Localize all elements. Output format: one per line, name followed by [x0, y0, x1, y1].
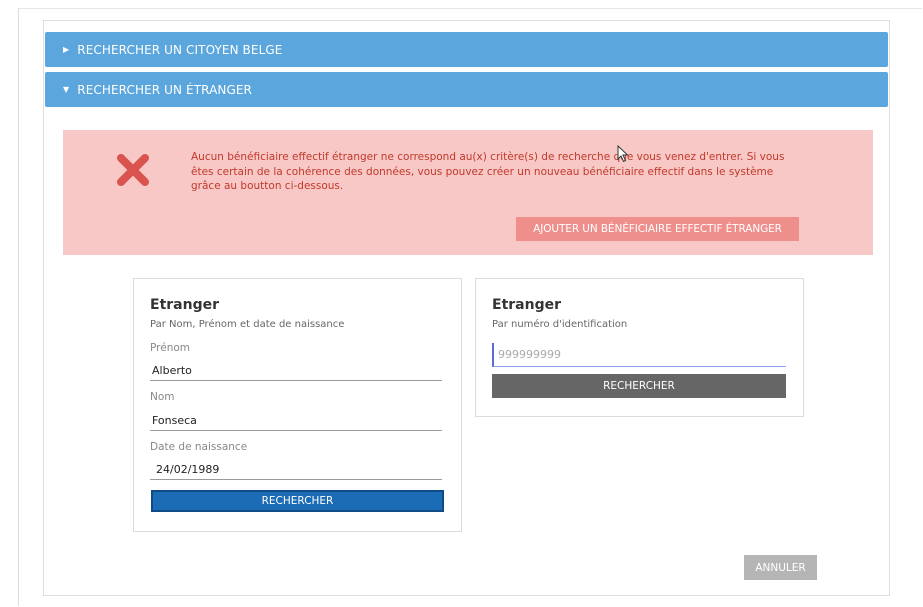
card-title: Etranger [492, 297, 561, 313]
nom-input[interactable] [150, 411, 442, 431]
dob-label: Date de naissance [150, 441, 248, 453]
id-number-input[interactable] [492, 343, 786, 367]
search-by-id-card: Etranger Par numéro d'identification REC… [475, 278, 804, 417]
accordion-etranger[interactable]: ▼ RECHERCHER UN ÉTRANGER [45, 72, 888, 107]
card-title: Etranger [150, 297, 219, 313]
close-icon [117, 154, 149, 186]
nom-label: Nom [150, 391, 175, 403]
accordion-belge-label: RECHERCHER UN CITOYEN BELGE [77, 42, 283, 57]
dob-input[interactable] [150, 460, 442, 480]
mouse-cursor-icon [617, 145, 629, 163]
error-alert: Aucun bénéficiaire effectif étranger ne … [63, 130, 873, 255]
card-subtitle: Par Nom, Prénom et date de naissance [150, 319, 345, 330]
search-by-name-button[interactable]: RECHERCHER [151, 490, 444, 512]
prenom-input[interactable] [150, 361, 442, 381]
alert-message: Aucun bénéficiaire effectif étranger ne … [191, 151, 785, 192]
search-by-name-card: Etranger Par Nom, Prénom et date de nais… [133, 278, 462, 532]
card-subtitle: Par numéro d'identification [492, 319, 628, 330]
prenom-label: Prénom [150, 342, 191, 354]
search-by-id-button[interactable]: RECHERCHER [492, 374, 786, 398]
caret-down-icon: ▼ [63, 85, 70, 94]
cancel-button[interactable]: ANNULER [744, 555, 817, 580]
accordion-belge[interactable]: ▶ RECHERCHER UN CITOYEN BELGE [45, 32, 888, 67]
caret-right-icon: ▶ [63, 45, 70, 54]
add-beneficiary-button[interactable]: AJOUTER UN BÉNÉFICIAIRE EFFECTIF ÉTRANGE… [516, 217, 799, 241]
accordion-etranger-label: RECHERCHER UN ÉTRANGER [77, 82, 252, 97]
